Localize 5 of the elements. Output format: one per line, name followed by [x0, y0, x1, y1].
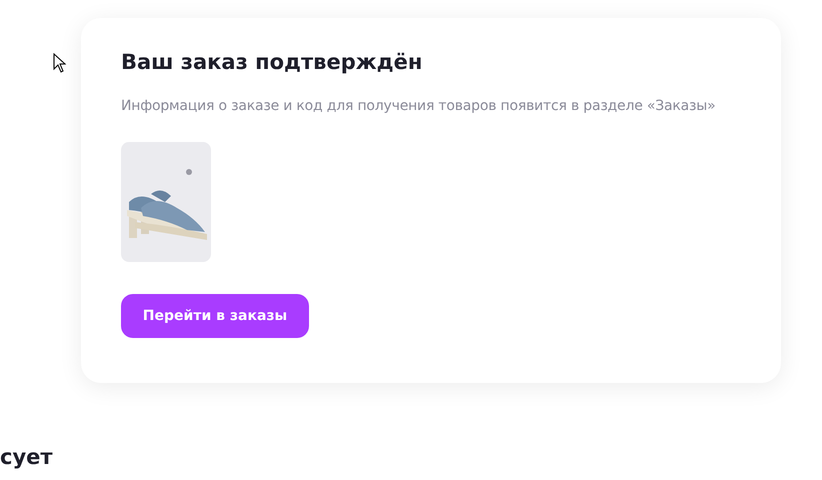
orders-button[interactable]: Перейти в заказы [121, 294, 309, 338]
cursor-icon [53, 53, 67, 73]
card-title: Ваш заказ подтверждён [121, 50, 424, 74]
info-message: Информация о заказе и код для получения товаров появится в разделе «Заказы» [121, 98, 716, 114]
section-heading: сует [0, 445, 54, 469]
